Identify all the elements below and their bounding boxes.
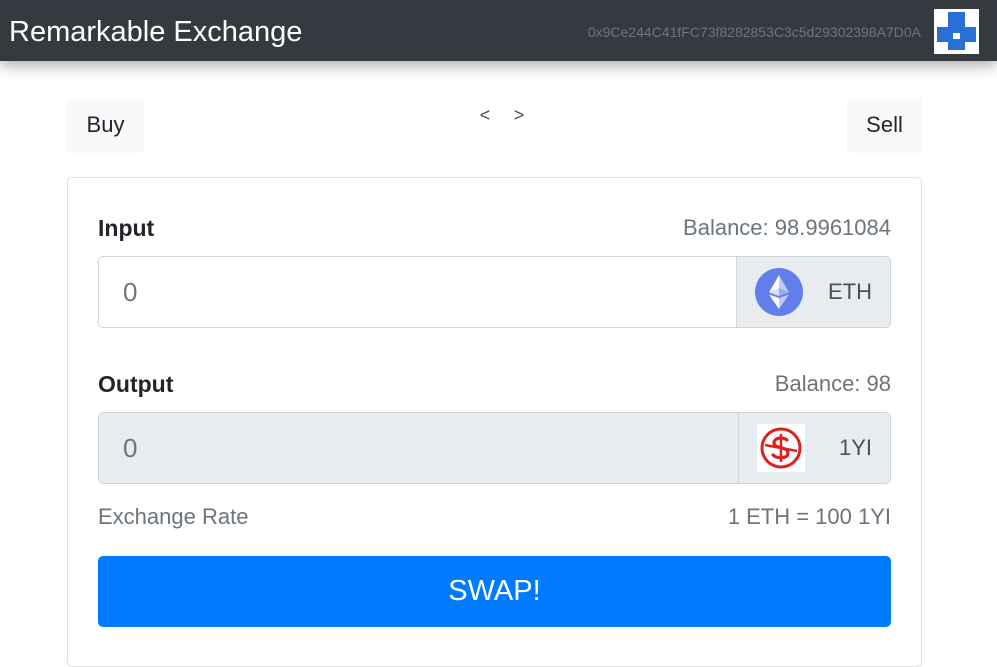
output-group: 1YI — [98, 412, 891, 484]
app-brand[interactable]: Remarkable Exchange — [9, 14, 302, 50]
direction-arrows: < > — [468, 105, 536, 126]
prev-arrow-button[interactable]: < — [468, 105, 502, 126]
exchange-rate-value: 1 ETH = 100 1YI — [727, 504, 891, 529]
wallet-address: 0x9Ce244C41fFC73f8282853C3c5d29302398A7D… — [587, 24, 921, 40]
input-amount-field[interactable] — [99, 257, 738, 327]
input-balance: Balance: 98.9961084 — [683, 215, 891, 240]
output-amount-field — [99, 413, 740, 483]
input-token-selector[interactable]: ETH — [736, 257, 890, 327]
identicon-icon — [934, 9, 979, 54]
input-label: Input — [98, 215, 155, 241]
exchange-rate-label: Exchange Rate — [98, 504, 249, 529]
input-group: ETH — [98, 256, 891, 328]
output-balance: Balance: 98 — [774, 371, 891, 396]
output-token-symbol: 1YI — [838, 435, 872, 460]
swap-button[interactable]: SWAP! — [98, 556, 891, 627]
1yi-token-icon — [757, 424, 805, 472]
next-arrow-button[interactable]: > — [502, 105, 536, 126]
ethereum-icon — [755, 268, 803, 316]
input-token-symbol: ETH — [828, 279, 872, 304]
account-avatar — [934, 9, 979, 54]
navbar: Remarkable Exchange 0x9Ce244C41fFC73f828… — [0, 0, 997, 61]
output-token-selector[interactable]: 1YI — [738, 413, 890, 483]
buy-button[interactable]: Buy — [67, 97, 144, 153]
output-label: Output — [98, 371, 174, 397]
sell-button[interactable]: Sell — [847, 97, 922, 153]
